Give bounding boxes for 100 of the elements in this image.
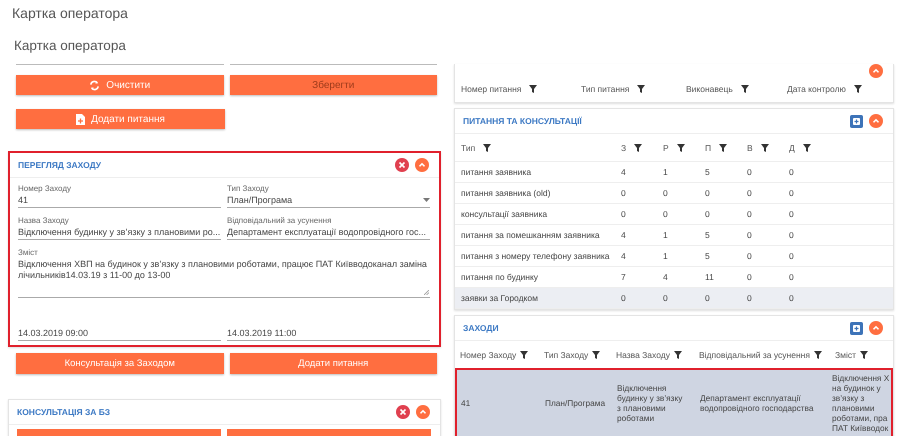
close-icon[interactable] [395,158,409,172]
filter-icon[interactable] [637,85,646,93]
table-cell-text: 41 [460,398,472,408]
table-cell-text: питання з номеру телефону заявника [460,251,610,261]
table-cell-text: 5 [704,167,711,177]
input-field[interactable]: 14.03.2019 09:00 [18,326,221,341]
column-header[interactable]: П [699,142,741,152]
table-cell-text: 0 [704,209,711,219]
column-header[interactable]: Зміст [830,350,893,360]
table-cell-text: 0 [788,209,795,219]
text-area[interactable]: Відключення ХВП на будинок у зв’язку з плановими роботами, працює ПАТ Київводоканал заміна лічильників14.03.19 з 11-00 до 13-00 [18,257,430,298]
table-cell-text: 0 [620,188,627,198]
filter-icon[interactable] [676,144,685,152]
panel-title: ЗАХОДИ [463,323,500,333]
column-header[interactable]: З [615,142,657,152]
page-title: Картка оператора [11,4,129,23]
document-plus-icon [76,114,86,124]
table-cell-text: 0 [788,188,795,198]
table-cell-text: 0 [704,188,711,198]
table-row[interactable]: 41 План/Програма Відключення будинку у зв’язку з плановими роботами Департамент експлуатації водопровідного господарства Відключення Х на будинок у зв’язку з плановими роботами, пра ПАТ Київводок [455,368,893,436]
dropdown-field[interactable]: План/Програма [227,193,430,208]
filter-icon[interactable] [814,350,822,358]
field-label: Відповідальний за усунення [227,216,332,225]
field-label: Номер Заходу [18,184,72,193]
input-field[interactable]: 14.03.2019 11:00 [227,326,430,341]
table-cell-text: 0 [746,167,753,177]
column-header[interactable]: Відповідальний за усунення [694,350,830,360]
column-header[interactable]: Назва Заходу [611,350,694,360]
filter-icon[interactable] [674,350,682,358]
collapse-icon[interactable] [869,114,883,128]
table-cell-text: План/Програма [544,398,606,408]
column-header[interactable]: В [741,142,783,152]
field-label: Тип Заходу [227,184,270,193]
input-field[interactable]: Відключення будинку у зв’язку з плановими ро... [18,225,221,240]
table-cell-text: 0 [620,209,627,219]
table-cell-text: 0 [662,188,669,198]
table-cell-text: 1 [662,167,669,177]
table-cell-text: 0 [788,230,795,240]
table-cell-text: 4 [620,230,627,240]
table-cell-text: 0 [788,272,795,282]
table-cell-text: питання за помешканням заявника [460,230,601,240]
add-icon[interactable] [850,114,863,128]
filter-icon[interactable] [860,350,868,358]
table-row[interactable]: заявки за Городком 0 0 0 0 0 [455,288,893,309]
table-cell-text: 4 [662,272,669,282]
table-row[interactable]: питання заявника (old) 0 0 0 0 0 [455,183,893,204]
table-row[interactable]: питання за помешканням заявника 4 1 5 0 0 [455,225,893,246]
table-cell-text: 1 [662,230,669,240]
close-icon[interactable] [396,405,410,419]
table-cell-text: питання заявника [460,167,532,177]
filter-icon[interactable] [634,144,642,152]
collapse-icon[interactable] [869,321,883,335]
column-header[interactable]: Д [783,142,825,152]
card-title: Картка оператора [13,37,127,55]
add-icon[interactable] [850,322,863,334]
filter-icon[interactable] [719,144,728,152]
resize-grip-icon[interactable] [424,290,429,295]
filter-icon[interactable] [740,85,749,93]
table-cell-text: 5 [704,230,711,240]
table-row[interactable]: питання з номеру телефону заявника 4 1 5 0 0 [455,246,893,267]
column-header[interactable]: Номер Заходу [455,350,539,360]
table-cell-text: питання по будинку [460,272,540,282]
table-cell-text: питання заявника (old) [460,188,552,198]
table-cell-text: 7 [620,272,627,282]
filter-icon[interactable] [854,85,862,93]
column-header[interactable]: Виконавець [680,84,781,94]
filter-icon[interactable] [520,350,528,358]
table-cell-text: 1 [662,251,669,261]
table-cell-text: 0 [746,272,753,282]
column-header[interactable]: Р [657,142,699,152]
table-row[interactable]: питання заявника 4 1 5 0 0 [455,162,893,183]
column-header[interactable]: Тип питання [575,84,680,94]
caret-icon [423,198,430,202]
collapse-icon[interactable] [869,64,883,78]
table-cell-text: 0 [662,209,669,219]
panel-title: КОНСУЛЬТАЦІЯ ЗА БЗ [17,407,112,417]
table-cell-text: 0 [746,209,753,219]
filter-icon[interactable] [483,144,492,152]
table-row[interactable]: консультації заявника 0 0 0 0 0 [455,204,893,225]
filter-icon[interactable] [592,350,600,358]
collapse-icon[interactable] [416,405,430,419]
table-cell-text: 0 [704,293,711,303]
table-cell-text: 5 [704,251,711,261]
column-header[interactable]: Номер питання [455,84,575,94]
column-header[interactable]: Дата контролю [781,84,891,94]
table-cell-text: Відключення будинку у зв’язку з плановими роботами [616,383,684,423]
table-cell-text: 0 [746,188,753,198]
column-header[interactable]: Тип Заходу [539,350,611,360]
input-field[interactable]: 41 [18,193,221,208]
filter-icon[interactable] [760,144,769,152]
collapse-icon[interactable] [415,158,429,172]
table-cell-text: 4 [620,251,627,261]
filter-icon[interactable] [529,85,538,93]
table-cell-text: консультації заявника [460,209,548,219]
column-header[interactable]: Тип [455,142,615,152]
input-field[interactable]: Департамент експлуатації водопровідного гос... [227,225,430,240]
panel-title: ПЕРЕГЛЯД ЗАХОДУ [18,160,102,170]
filter-icon[interactable] [802,144,811,152]
table-cell-text: 4 [620,167,627,177]
field-label: Зміст [18,248,39,257]
